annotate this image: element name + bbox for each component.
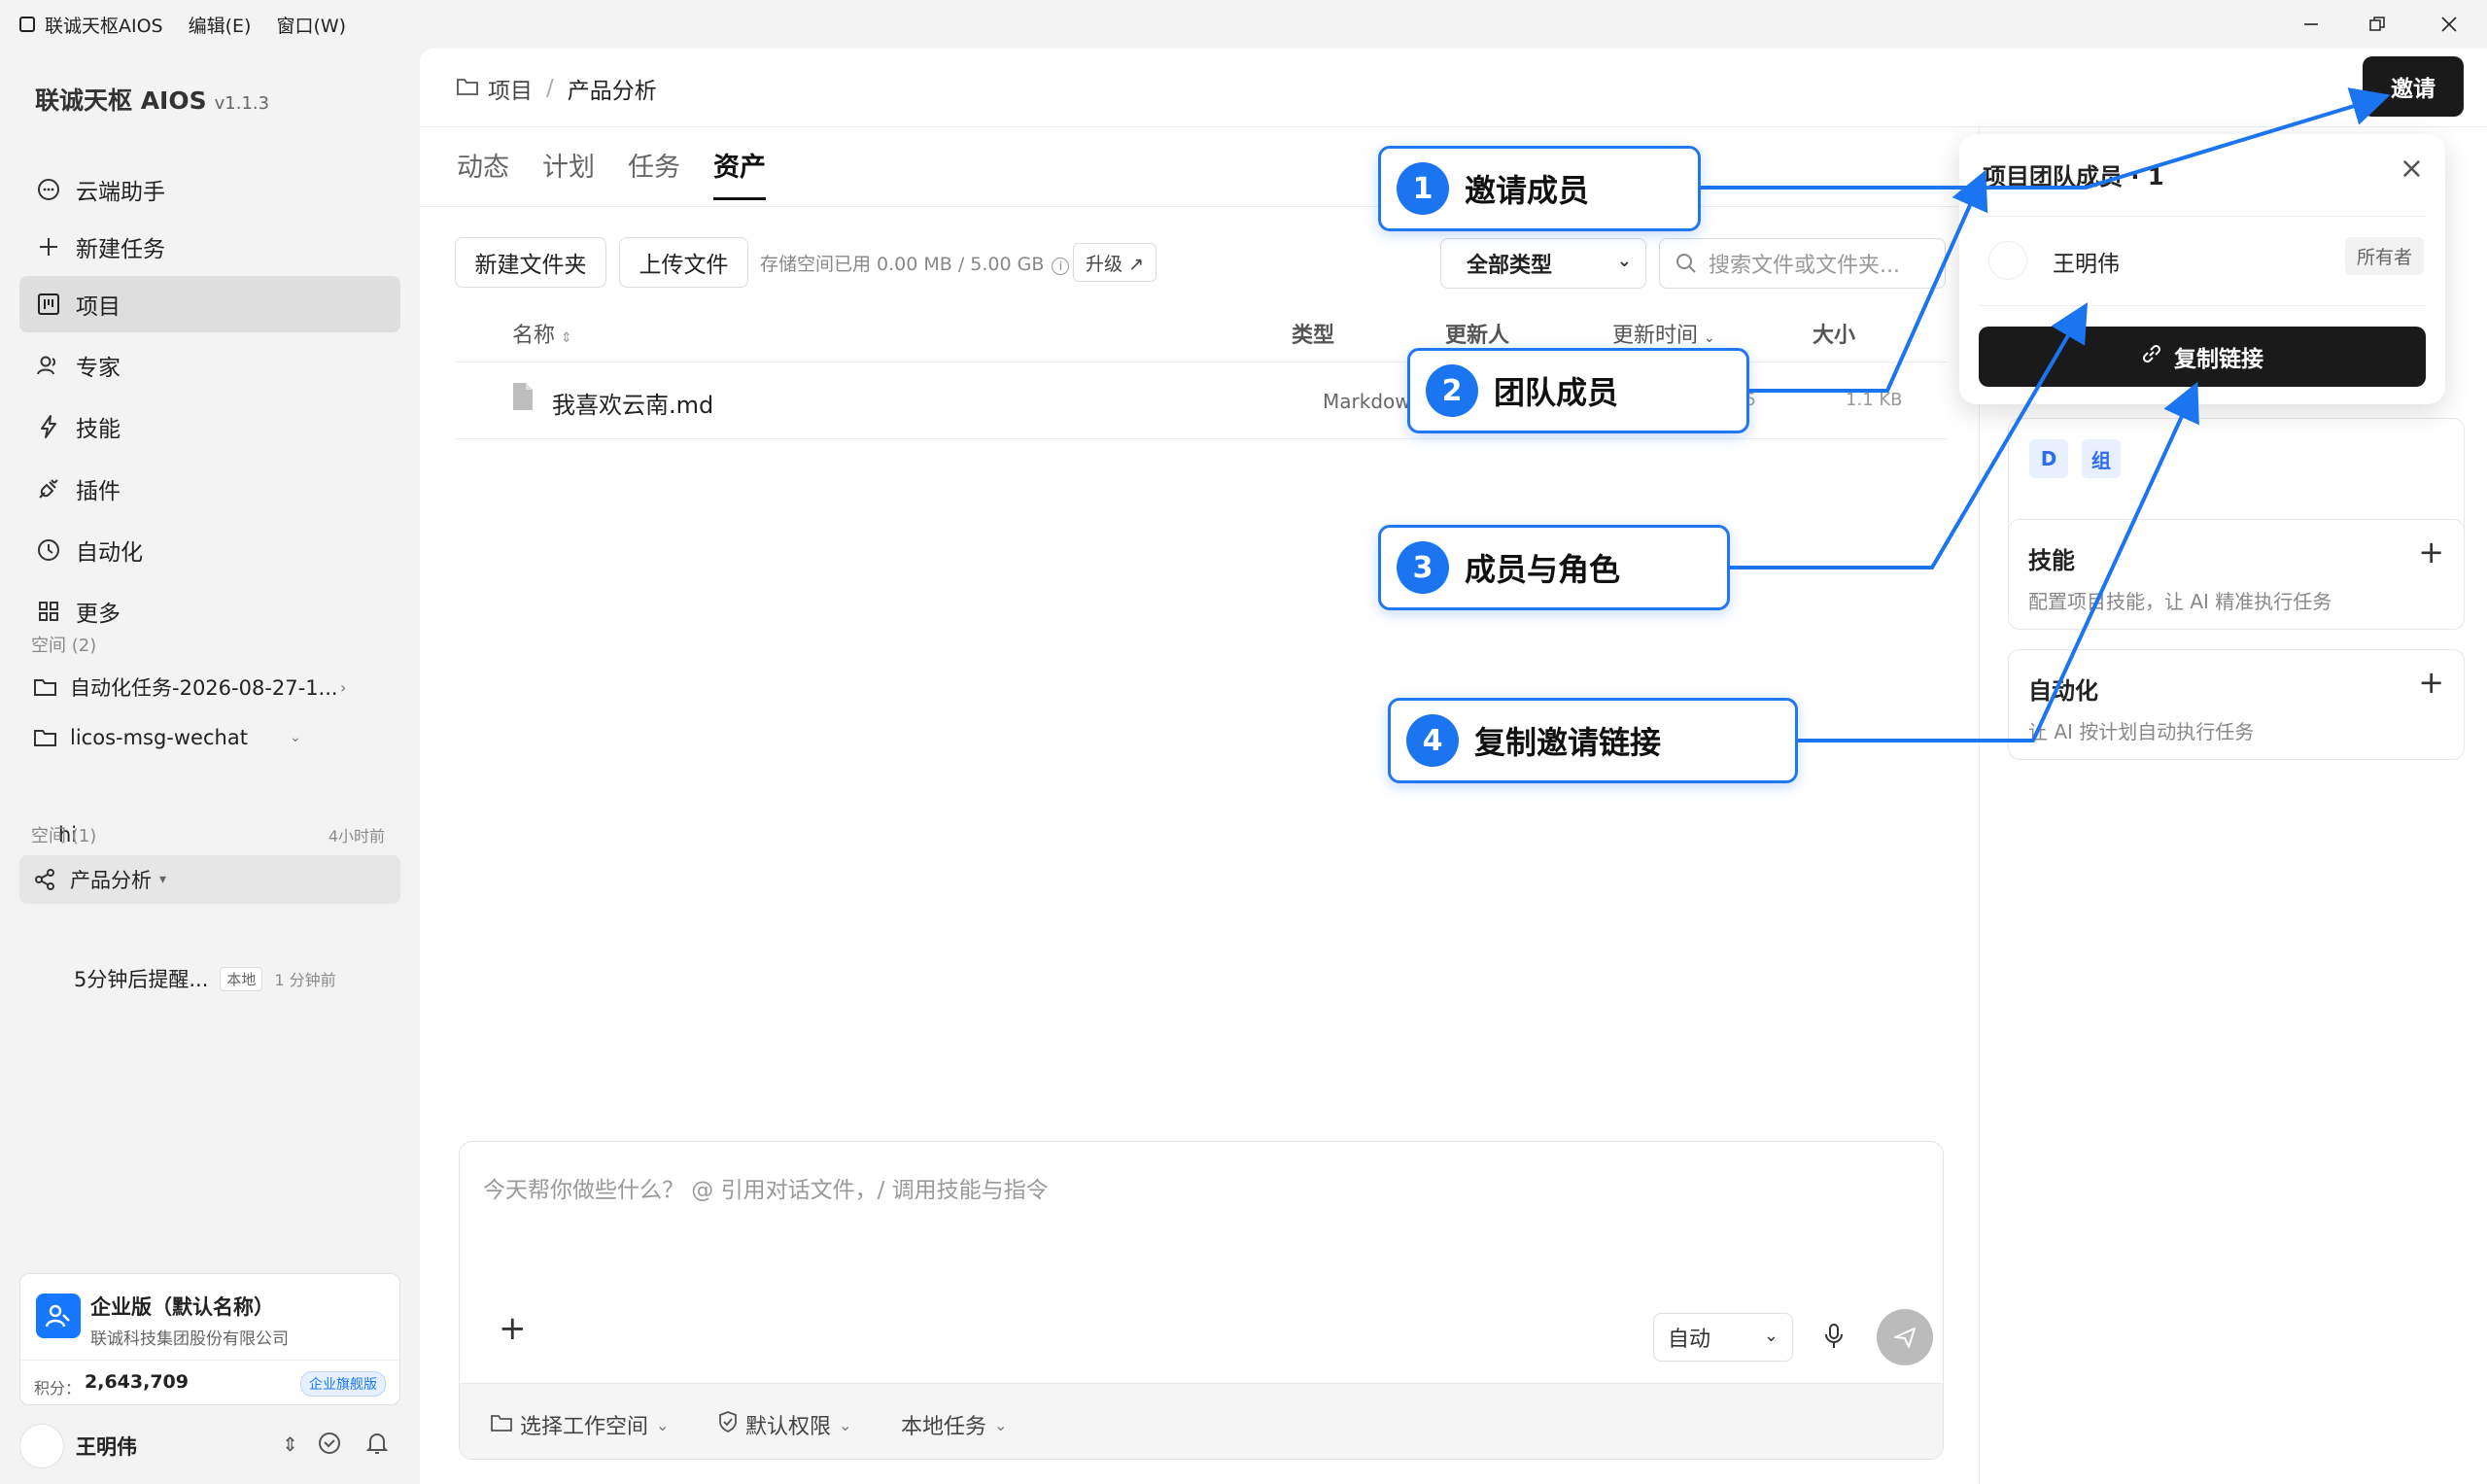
callout-team-members: 2 团队成员 bbox=[1407, 348, 1749, 433]
callout-member-roles: 3 成员与角色 bbox=[1378, 525, 1730, 610]
callout-invite-member: 1 邀请成员 bbox=[1378, 146, 1701, 231]
callout-copy-invite-link: 4 复制邀请链接 bbox=[1388, 698, 1798, 783]
annotation-arrows bbox=[1701, 87, 2391, 742]
